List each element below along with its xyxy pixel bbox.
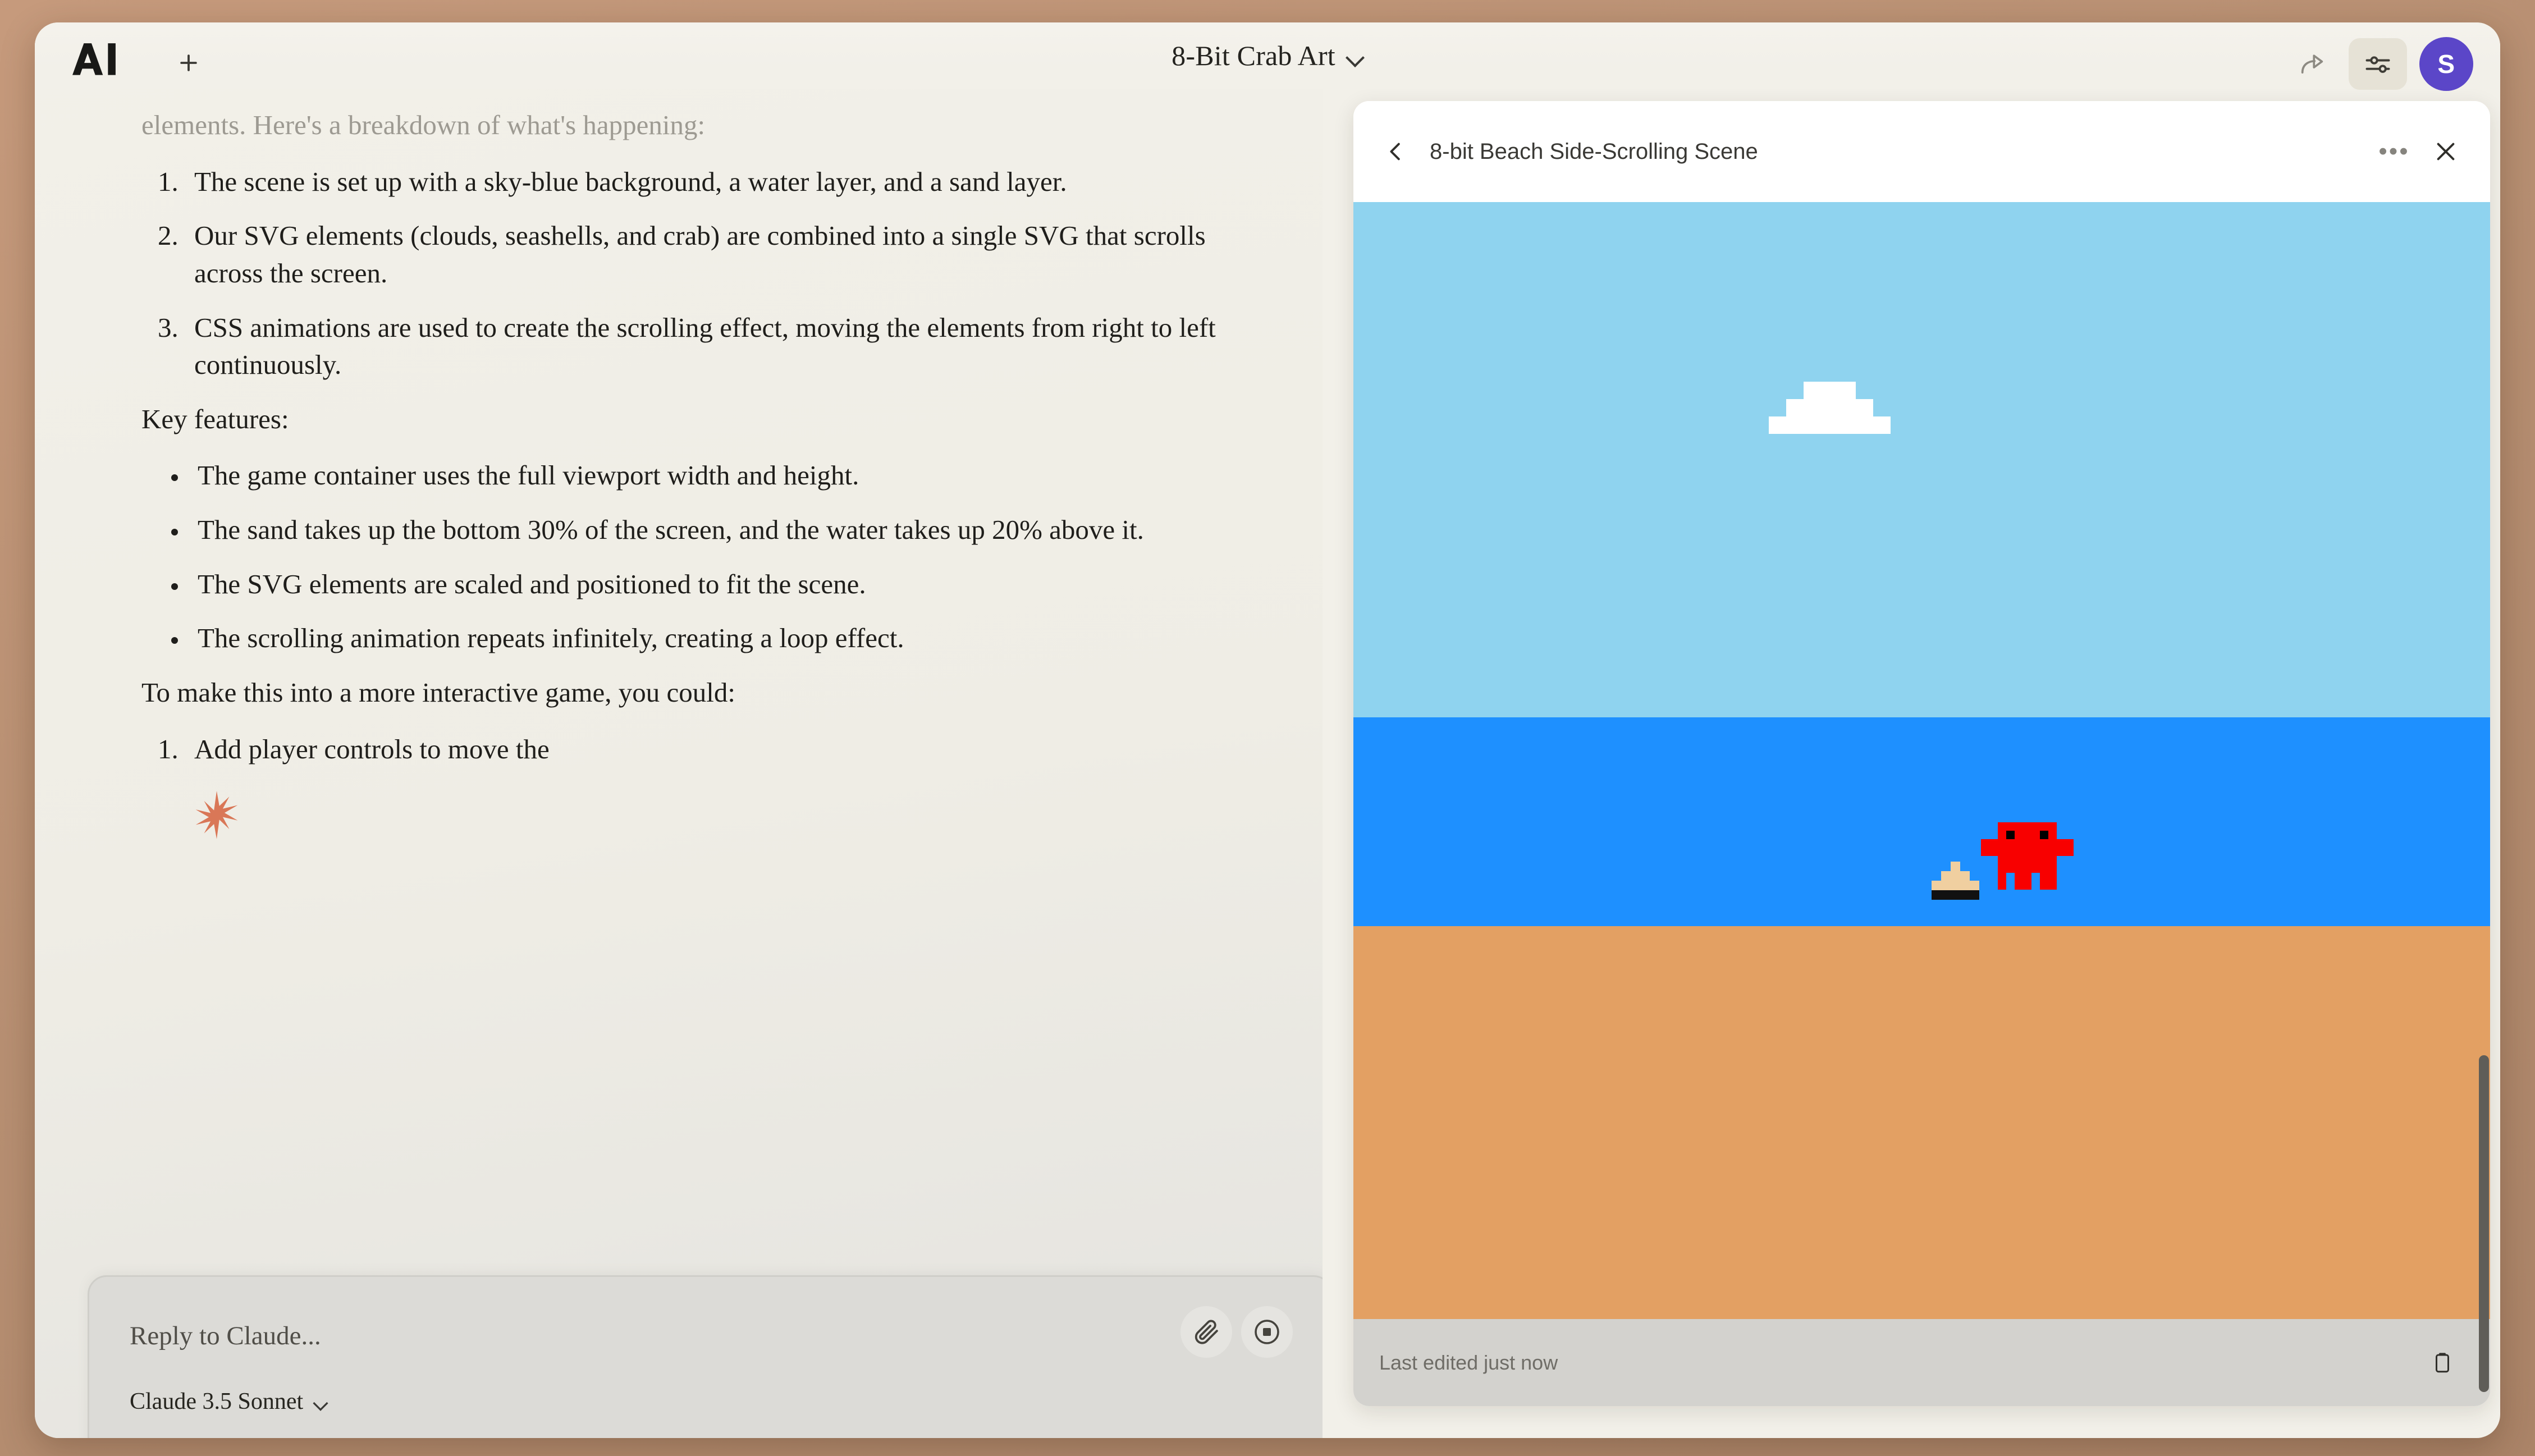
reply-input[interactable]: Reply to Claude... <box>130 1321 321 1351</box>
clipped-text-line: elements. Here's a breakdown of what's h… <box>141 107 1230 144</box>
pixel-seashell-sprite <box>1932 862 1979 900</box>
explanation-list: The scene is set up with a sky-blue back… <box>141 163 1230 384</box>
share-icon <box>2298 49 2327 79</box>
top-bar: 8-Bit Crab Art <box>35 22 2500 89</box>
plus-icon <box>176 51 201 75</box>
pixel-crab-sprite <box>1981 814 2074 890</box>
attach-file-button[interactable] <box>1180 1306 1232 1358</box>
conversation-title-container: 8-Bit Crab Art <box>35 22 2500 89</box>
list-item: Our SVG elements (clouds, seashells, and… <box>185 217 1230 292</box>
key-features-list: The game container uses the full viewpor… <box>141 457 1230 657</box>
page-title: 8-Bit Crab Art <box>1172 39 1335 72</box>
avatar-initial: S <box>2437 49 2455 79</box>
list-item: Add player controls to move the <box>185 731 1230 768</box>
scene-water-layer <box>1353 717 2490 926</box>
artifact-scrollbar-track[interactable] <box>2477 101 2491 1406</box>
anthropic-logo-icon[interactable] <box>67 43 126 75</box>
chat-scroll-area[interactable]: elements. Here's a breakdown of what's h… <box>35 22 1323 841</box>
chevron-down-icon <box>1347 51 1363 61</box>
chevron-down-icon <box>314 1398 327 1405</box>
new-chat-button[interactable] <box>170 44 208 82</box>
sliders-icon <box>2363 49 2392 79</box>
share-button[interactable] <box>2288 42 2336 86</box>
last-edited-status: Last edited just now <box>1379 1351 2420 1375</box>
artifact-footer: Last edited just now <box>1353 1319 2490 1406</box>
app-window: elements. Here's a breakdown of what's h… <box>35 22 2500 1438</box>
scene-sky-layer <box>1353 202 2490 717</box>
list-item: The sand takes up the bottom 30% of the … <box>189 511 1230 549</box>
model-name-label: Claude 3.5 Sonnet <box>130 1388 303 1415</box>
pixel-cloud-sprite <box>1769 382 1891 434</box>
claude-sparkle-icon <box>191 789 242 841</box>
list-item: The scene is set up with a sky-blue back… <box>185 163 1230 201</box>
artifact-close-button[interactable] <box>2427 133 2464 170</box>
artifact-back-button[interactable] <box>1379 134 1414 169</box>
desktop-backdrop: elements. Here's a breakdown of what's h… <box>0 0 2535 1456</box>
conversation-title-button[interactable]: 8-Bit Crab Art <box>1161 34 1374 77</box>
composer-actions <box>1180 1306 1293 1358</box>
chat-settings-button[interactable] <box>2349 38 2407 90</box>
stop-generating-icon <box>1253 1318 1280 1345</box>
arrow-left-icon <box>1384 139 1410 164</box>
list-item: The game container uses the full viewpor… <box>189 457 1230 495</box>
artifact-preview-scene[interactable] <box>1353 202 2490 1319</box>
chat-column: elements. Here's a breakdown of what's h… <box>35 22 1323 1438</box>
list-item: The SVG elements are scaled and position… <box>189 566 1230 603</box>
message-composer[interactable]: Reply to Claude... Claude 3.5 Sonnet <box>88 1275 1323 1438</box>
list-item: The scrolling animation repeats infinite… <box>189 620 1230 657</box>
scene-sand-layer <box>1353 926 2490 1319</box>
topbar-actions: S <box>2288 37 2473 91</box>
artifact-title: 8-bit Beach Side-Scrolling Scene <box>1430 139 2361 164</box>
suggestions-list: Add player controls to move the <box>141 731 1230 768</box>
key-features-heading: Key features: <box>141 401 1230 438</box>
paperclip-icon <box>1193 1318 1220 1345</box>
artifact-more-button[interactable]: ••• <box>2377 134 2412 169</box>
artifact-panel: 8-bit Beach Side-Scrolling Scene ••• <box>1353 101 2490 1406</box>
list-item: CSS animations are used to create the sc… <box>185 309 1230 384</box>
assistant-message: elements. Here's a breakdown of what's h… <box>141 107 1230 841</box>
closing-paragraph: To make this into a more interactive gam… <box>141 674 1230 712</box>
stop-generating-button[interactable] <box>1241 1306 1293 1358</box>
copy-button[interactable] <box>2420 1344 2464 1381</box>
artifact-header: 8-bit Beach Side-Scrolling Scene ••• <box>1353 101 2490 202</box>
model-selector[interactable]: Claude 3.5 Sonnet <box>130 1388 329 1415</box>
user-avatar[interactable]: S <box>2419 37 2473 91</box>
close-icon <box>2433 139 2459 164</box>
clipboard-icon <box>2431 1351 2454 1375</box>
artifact-scrollbar-thumb[interactable] <box>2479 1055 2489 1392</box>
